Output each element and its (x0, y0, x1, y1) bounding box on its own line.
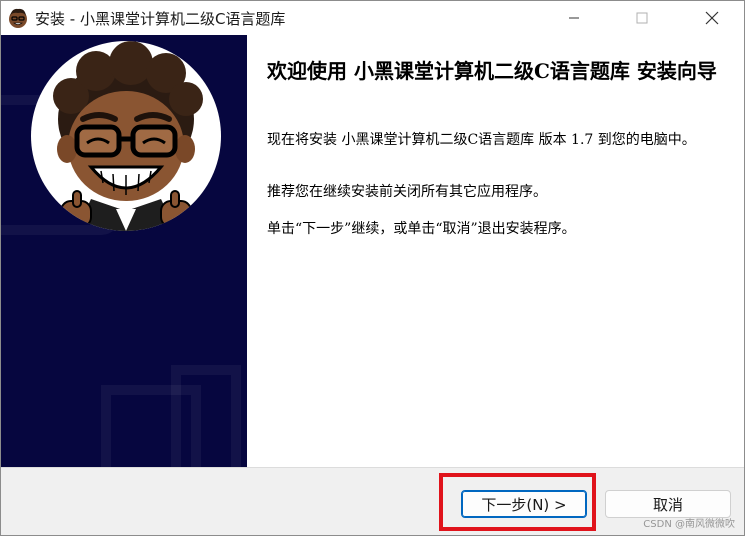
wizard-side-image (1, 35, 247, 467)
instruction-text: 单击“下一步”继续，或单击“取消”退出安装程序。 (267, 221, 576, 237)
background-decoration (171, 365, 241, 467)
close-icon (705, 11, 719, 25)
wizard-content: 欢迎使用 小黑课堂计算机二级C语言题库 安装向导 现在将安装 小黑课堂计算机二级… (247, 35, 744, 467)
window-title: 安装 - 小黑课堂计算机二级C语言题库 (35, 10, 286, 28)
maximize-button[interactable] (619, 1, 665, 35)
watermark-text: CSDN @南风微微吹 (643, 519, 735, 530)
installer-window: 安装 - 小黑课堂计算机二级C语言题库 欢迎使用 小黑课堂计算机二级C语言题库 … (0, 0, 745, 536)
minimize-button[interactable] (551, 1, 597, 35)
cartoon-avatar-icon (9, 8, 27, 28)
button-bar: 下一步(N) > 取消 (1, 467, 744, 535)
minimize-icon (569, 17, 579, 19)
highlight-annotation (439, 473, 596, 531)
close-apps-text: 推荐您在继续安装前关闭所有其它应用程序。 (267, 184, 547, 200)
maximize-icon (636, 12, 648, 24)
install-info-text: 现在将安装 小黑课堂计算机二级C语言题库 版本 1.7 到您的电脑中。 (267, 132, 696, 148)
cancel-button[interactable]: 取消 (605, 490, 731, 518)
page-title: 欢迎使用 小黑课堂计算机二级C语言题库 安装向导 (267, 59, 717, 83)
avatar (31, 41, 221, 231)
cartoon-boy-illustration (53, 41, 203, 231)
title-bar[interactable]: 安装 - 小黑课堂计算机二级C语言题库 (1, 1, 744, 35)
close-button[interactable] (689, 1, 735, 35)
